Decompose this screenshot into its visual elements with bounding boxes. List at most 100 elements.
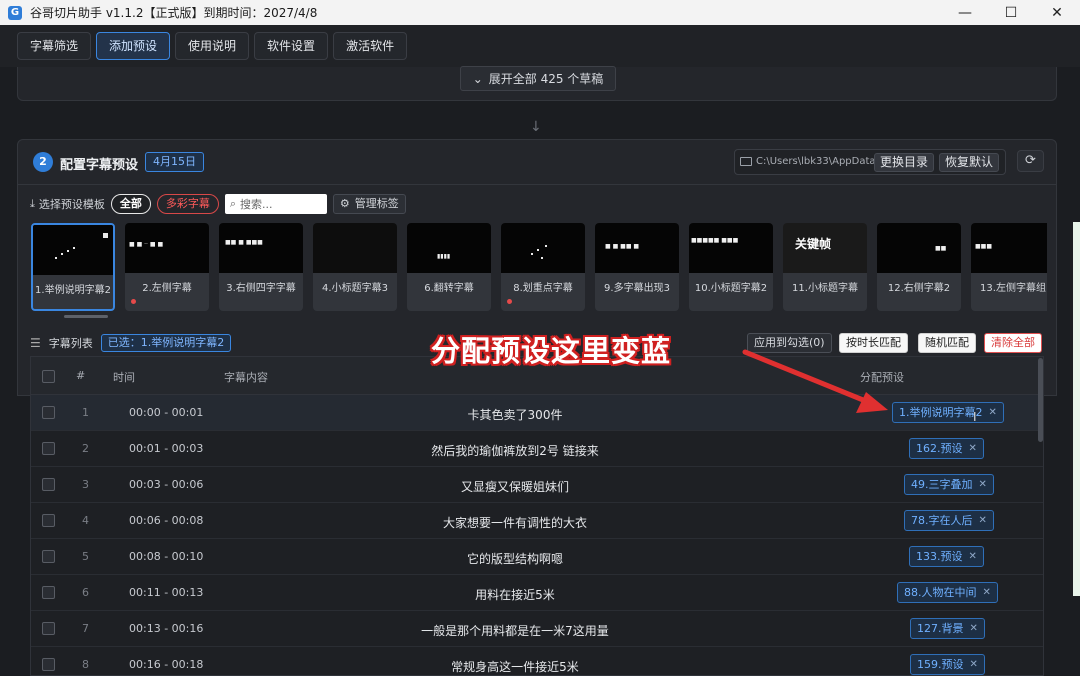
menu-instructions[interactable]: 使用说明 <box>175 32 250 60</box>
color-dot <box>131 299 136 304</box>
preset-tag-label: 49.三字叠加 <box>911 478 973 491</box>
table-row[interactable]: 6 00:11 - 00:13 用料在接近5米 88.人物在中间 ✕ <box>31 575 1043 611</box>
change-directory-button[interactable]: 更换目录 <box>874 153 935 172</box>
row-text: 又显瘦又保暖姐妹们 <box>460 480 569 494</box>
row-checkbox[interactable] <box>42 550 55 563</box>
refresh-icon: ⟳ <box>1025 153 1036 168</box>
close-icon[interactable]: ✕ <box>969 547 977 566</box>
close-icon[interactable]: ✕ <box>979 511 987 530</box>
row-text: 它的版型结构啊嗯 <box>466 552 563 566</box>
template-card[interactable]: ■■■ 13.左侧字幕组 <box>971 223 1047 311</box>
maximize-button[interactable]: ☐ <box>988 0 1034 25</box>
table-row[interactable]: 2 00:01 - 00:03 然后我的瑜伽裤放到2号 链接来 162.预设 ✕ <box>31 431 1043 467</box>
restore-default-button[interactable]: 恢复默认 <box>939 153 1000 172</box>
refresh-button[interactable]: ⟳ <box>1017 150 1044 172</box>
close-icon[interactable]: ✕ <box>989 403 997 422</box>
selected-preset-tag: 已选：1.举例说明字幕2 <box>100 334 232 352</box>
template-card[interactable]: ■■ ■ ■■■ 3.右侧四字字幕 <box>219 223 303 311</box>
clear-all-button[interactable]: 清除全部 <box>984 333 1042 353</box>
template-label: ⤓ 选择预设模板 <box>30 196 105 212</box>
select-all-checkbox[interactable] <box>42 370 55 383</box>
close-icon[interactable]: ✕ <box>979 475 987 494</box>
preset-tag[interactable]: 49.三字叠加 ✕ <box>904 474 994 495</box>
section-title: 配置字幕预设 <box>60 158 139 173</box>
row-checkbox[interactable] <box>42 586 55 599</box>
table-row[interactable]: 3 00:03 - 00:06 又显瘦又保暖姐妹们 49.三字叠加 ✕ <box>31 467 1043 503</box>
template-card[interactable]: ▮▮▮▮ 6.翻转字幕 <box>407 223 491 311</box>
arrow-down-icon: ↓ <box>530 119 542 135</box>
template-card[interactable]: 4.小标题字幕3 <box>313 223 397 311</box>
preset-tag[interactable]: 88.人物在中间 ✕ <box>897 582 998 603</box>
menu-subtitle-filter[interactable]: 字幕筛选 <box>17 32 92 60</box>
template-preview: ■■ ■ ■■■ <box>219 223 303 273</box>
template-gallery: 1.举例说明字幕2 ■ ■ ·· ■ ■ 2.左侧字幕 ■■ ■ ■■■ 3.右… <box>31 223 1047 315</box>
column-index: # <box>76 369 86 382</box>
row-checkbox[interactable] <box>42 622 55 635</box>
template-card[interactable]: 1.举例说明字幕2 <box>31 223 115 311</box>
table-row[interactable]: 8 00:16 - 00:18 常规身高这一件接近5米 159.预设 ✕ <box>31 647 1043 675</box>
annotation-text: 分配预设这里变蓝 <box>431 334 672 368</box>
gallery-scrollbar[interactable] <box>64 315 108 318</box>
close-icon[interactable]: ✕ <box>983 583 991 602</box>
row-time: 00:08 - 00:10 <box>129 550 204 563</box>
row-checkbox[interactable] <box>42 658 55 671</box>
preset-tag[interactable]: 159.预设 ✕ <box>910 654 985 675</box>
row-checkbox[interactable] <box>42 442 55 455</box>
template-label: 13.左侧字幕组 <box>980 283 1046 294</box>
preset-tag[interactable]: 78.字在人后 ✕ <box>904 510 994 531</box>
preset-tag[interactable]: 133.预设 ✕ <box>909 546 984 567</box>
filter-all-pill[interactable]: 全部 <box>110 194 151 214</box>
template-search-input[interactable]: ⌕ 搜索... <box>224 194 327 214</box>
table-row[interactable]: 4 00:06 - 00:08 大家想要一件有调性的大衣 78.字在人后 ✕ <box>31 503 1043 539</box>
menu-bar: 字幕筛选 添加预设 使用说明 软件设置 激活软件 <box>0 25 1080 67</box>
minimize-button[interactable]: — <box>942 0 988 25</box>
template-preview: ■■■ <box>971 223 1047 273</box>
row-time: 00:11 - 00:13 <box>129 586 204 599</box>
window-edge <box>1073 222 1080 596</box>
menu-settings[interactable]: 软件设置 <box>254 32 329 60</box>
manage-tags-label: 管理标签 <box>354 197 399 210</box>
close-icon[interactable]: ✕ <box>970 655 978 674</box>
row-checkbox[interactable] <box>42 406 55 419</box>
preset-tag-label: 127.背景 <box>917 622 964 635</box>
table-scrollbar[interactable] <box>1038 358 1043 442</box>
drafts-panel: ⌄ 展开全部 425 个草稿 <box>17 66 1057 101</box>
template-card[interactable]: ■■ 12.右侧字幕2 <box>877 223 961 311</box>
template-card[interactable]: ■ ■ ■■ ■ 9.多字幕出现3 <box>595 223 679 311</box>
close-button[interactable]: ✕ <box>1034 0 1080 25</box>
title-bar: G 谷哥切片助手 v1.1.2【正式版】到期时间：2027/4/8 — ☐ ✕ <box>0 0 1080 25</box>
row-time: 00:00 - 00:01 <box>129 406 204 419</box>
template-card[interactable]: 8.划重点字幕 <box>501 223 585 311</box>
close-icon[interactable]: ✕ <box>969 439 977 458</box>
divider <box>18 184 1056 185</box>
template-card[interactable]: ■■■■■ ■■■ 10.小标题字幕2 <box>689 223 773 311</box>
filter-colorful-pill[interactable]: 多彩字幕 <box>156 194 219 214</box>
menu-add-preset[interactable]: 添加预设 <box>96 32 171 60</box>
table-row[interactable]: 5 00:08 - 00:10 它的版型结构啊嗯 133.预设 ✕ <box>31 539 1043 575</box>
random-match-button[interactable]: 随机匹配 <box>918 333 976 353</box>
expand-all-button[interactable]: ⌄ 展开全部 425 个草稿 <box>460 66 616 91</box>
template-preview <box>313 223 397 273</box>
template-preview <box>33 225 113 275</box>
row-checkbox[interactable] <box>42 514 55 527</box>
folder-icon <box>740 157 752 166</box>
table-row[interactable]: 1 00:00 - 00:01 卡其色卖了300件 1.举例说明字幕2 ✕ I <box>31 395 1043 431</box>
table-row[interactable]: 7 00:13 - 00:16 一般是那个用料都是在一米7这用量 127.背景 ✕ <box>31 611 1043 647</box>
menu-activate[interactable]: 激活软件 <box>333 32 408 60</box>
preset-path-box: C:\Users\lbk33\AppData\... 更换目录 恢复默认 <box>734 149 1006 175</box>
template-card[interactable]: 关键帧 11.小标题字幕 <box>783 223 867 311</box>
template-preview-text: 关键帧 <box>795 237 832 251</box>
manage-tags-button[interactable]: ⚙ 管理标签 <box>332 194 406 214</box>
row-index: 2 <box>82 442 89 455</box>
row-checkbox[interactable] <box>42 478 55 491</box>
chevron-down-icon: ⌄ <box>472 71 483 86</box>
template-card[interactable]: ■ ■ ·· ■ ■ 2.左侧字幕 <box>125 223 209 311</box>
column-content: 字幕内容 <box>224 371 268 384</box>
apply-to-checked-button[interactable]: 应用到勾选(0) <box>747 333 832 353</box>
preset-tag[interactable]: 1.举例说明字幕2 ✕ <box>892 402 1004 423</box>
preset-tag[interactable]: 162.预设 ✕ <box>909 438 984 459</box>
close-icon[interactable]: ✕ <box>970 619 978 638</box>
template-preview: ■ ■ ·· ■ ■ <box>125 223 209 273</box>
preset-tag[interactable]: 127.背景 ✕ <box>910 618 985 639</box>
match-by-duration-button[interactable]: 按时长匹配 <box>839 333 908 353</box>
